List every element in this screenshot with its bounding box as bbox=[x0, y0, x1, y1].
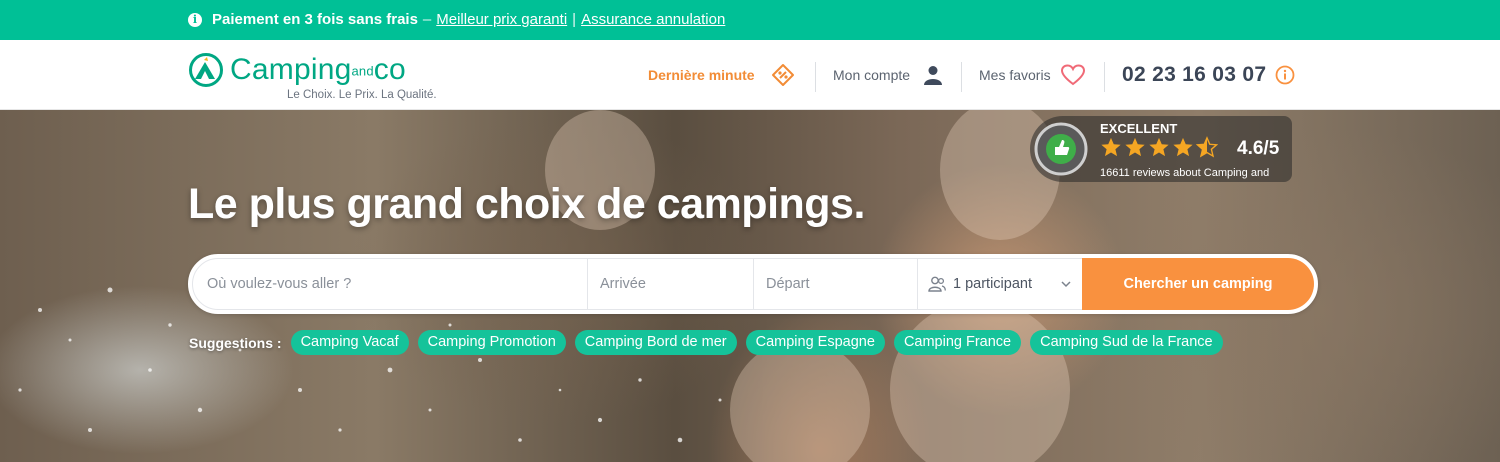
rating-stars bbox=[1100, 136, 1218, 158]
suggestions-row: Suggestions : Camping Vacaf Camping Prom… bbox=[189, 330, 1232, 355]
last-minute-label: Dernière minute bbox=[648, 67, 755, 83]
customer-award-badge-icon bbox=[1034, 122, 1088, 176]
my-favorites-label: Mes favoris bbox=[979, 67, 1051, 83]
suggestion-chip[interactable]: Camping Espagne bbox=[745, 330, 885, 355]
nav-divider bbox=[961, 62, 962, 92]
destination-placeholder: Où voulez-vous aller ? bbox=[207, 276, 352, 292]
star-icon bbox=[1125, 137, 1145, 157]
my-account-label: Mon compte bbox=[833, 67, 911, 83]
rating-word: EXCELLENT bbox=[1100, 121, 1178, 136]
departure-placeholder: Départ bbox=[766, 276, 810, 292]
hero-banner: Le plus grand choix de campings. EXCELLE… bbox=[0, 110, 1500, 462]
site-header: Campingandco Le Choix. Le Prix. La Quali… bbox=[0, 40, 1500, 110]
nav-divider bbox=[1104, 62, 1105, 92]
suggestion-chip[interactable]: Camping Sud de la France bbox=[1030, 330, 1223, 355]
heart-icon bbox=[1060, 64, 1085, 86]
destination-input[interactable]: Où voulez-vous aller ? bbox=[192, 258, 588, 310]
phone-label: 02 23 16 03 07 bbox=[1122, 63, 1267, 86]
suggestion-chip[interactable]: Camping France bbox=[893, 330, 1022, 355]
nav-divider bbox=[815, 62, 816, 92]
star-icon bbox=[1149, 137, 1169, 157]
my-favorites-link[interactable]: Mes favoris bbox=[979, 40, 1085, 110]
hero-title: Le plus grand choix de campings. bbox=[188, 180, 865, 228]
promo-bar: i Paiement en 3 fois sans frais – Meille… bbox=[0, 0, 1500, 40]
search-camping-button[interactable]: Chercher un camping bbox=[1082, 258, 1314, 310]
my-account-link[interactable]: Mon compte bbox=[833, 40, 943, 110]
promo-payment-text: Paiement en 3 fois sans frais bbox=[212, 11, 418, 28]
tag-discount-icon bbox=[771, 64, 794, 86]
info-circle-icon bbox=[1275, 65, 1295, 85]
suggestion-chip[interactable]: Camping Vacaf bbox=[290, 330, 409, 355]
info-icon: i bbox=[188, 12, 202, 27]
arrival-date-input[interactable]: Arrivée bbox=[588, 258, 754, 310]
tent-logo-icon bbox=[189, 53, 223, 87]
star-icon bbox=[1173, 137, 1193, 157]
suggestion-chip[interactable]: Camping Bord de mer bbox=[574, 330, 737, 355]
best-price-link[interactable]: Meilleur prix garanti bbox=[436, 11, 567, 28]
last-minute-link[interactable]: Dernière minute bbox=[648, 40, 795, 110]
site-logo[interactable]: Campingandco Le Choix. Le Prix. La Quali… bbox=[188, 52, 448, 104]
suggestions-label: Suggestions : bbox=[189, 334, 282, 351]
promo-pipe: | bbox=[572, 11, 577, 28]
arrival-placeholder: Arrivée bbox=[600, 276, 646, 292]
phone-number[interactable]: 02 23 16 03 07 bbox=[1122, 40, 1295, 110]
logo-wordmark: Campingandco bbox=[230, 53, 406, 86]
rating-score: 4.6/5 bbox=[1237, 138, 1280, 159]
promo-dash: – bbox=[422, 11, 432, 28]
review-widget[interactable]: EXCELLENT 4.6/5 16611 reviews about Camp… bbox=[1030, 116, 1292, 182]
user-icon bbox=[924, 66, 943, 85]
people-icon bbox=[928, 276, 946, 292]
cancellation-insurance-link[interactable]: Assurance annulation bbox=[581, 11, 725, 28]
chevron-down-icon bbox=[1061, 281, 1071, 288]
participants-value: 1 participant bbox=[953, 276, 1032, 292]
review-count: 16611 reviews about Camping and bbox=[1100, 167, 1270, 179]
suggestion-chip[interactable]: Camping Promotion bbox=[417, 330, 566, 355]
departure-date-input[interactable]: Départ bbox=[754, 258, 918, 310]
star-icon bbox=[1101, 137, 1121, 157]
logo-tagline: Le Choix. Le Prix. La Qualité. bbox=[287, 89, 437, 101]
search-form: Où voulez-vous aller ? Arrivée Départ 1 … bbox=[188, 254, 1318, 314]
half-star-icon bbox=[1196, 136, 1218, 158]
participants-select[interactable]: 1 participant bbox=[918, 258, 1082, 310]
